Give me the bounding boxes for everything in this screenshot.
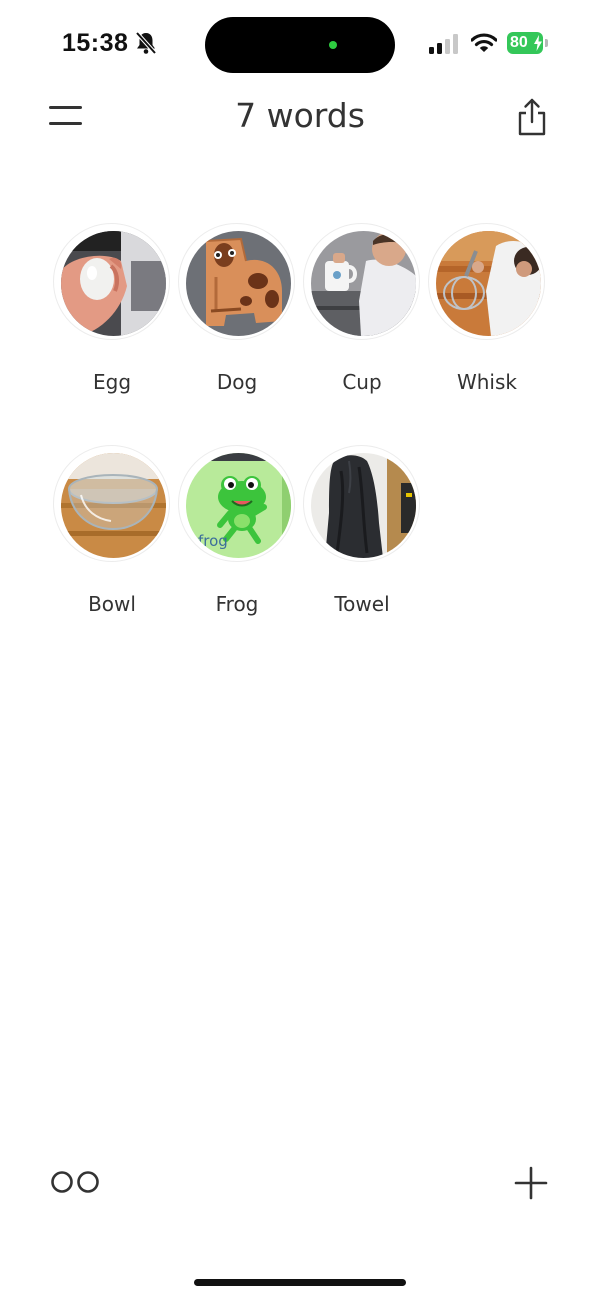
word-avatar-ring: frog [178,445,295,562]
egg-photo [61,231,166,336]
word-avatar-ring [303,223,420,340]
battery-cap [545,39,548,47]
home-indicator [194,1279,406,1286]
word-label: Bowl [88,592,136,616]
word-avatar-ring [303,445,420,562]
whisk-photo [436,231,541,336]
bell-off-icon [135,31,157,55]
share-icon[interactable] [512,96,552,138]
dynamic-island [205,17,395,73]
word-tile-towel[interactable]: Towel [301,445,426,625]
bowl-photo [61,453,166,558]
word-tile-cup[interactable]: Cup [301,223,426,403]
page-title: 7 words [235,96,365,135]
word-label: Frog [215,592,259,616]
word-label: Whisk [456,370,517,394]
word-label: Egg [92,370,132,394]
word-tile-dog[interactable]: Dog [176,223,301,403]
frog-photo: frog [186,453,291,558]
status-time: 15:38 [62,29,129,57]
charging-bolt-icon [534,35,542,51]
word-tile-frog[interactable]: frog Frog [176,445,301,625]
word-label: Dog [216,370,258,394]
word-avatar-ring [53,445,170,562]
signal-icon [429,34,458,54]
word-avatar-ring [53,223,170,340]
plus-icon[interactable] [512,1164,550,1202]
word-tile-egg[interactable]: Egg [51,223,176,403]
dog-photo [186,231,291,336]
word-label: Towel [334,592,390,616]
word-avatar-ring [428,223,545,340]
word-tile-whisk[interactable]: Whisk [426,223,551,403]
status-bar: 15:38 80 [0,0,600,90]
towel-photo [311,453,416,558]
word-tile-bowl[interactable]: Bowl [51,445,176,625]
glasses-icon[interactable] [49,1166,103,1198]
menu-line-bottom [49,122,82,125]
cup-photo [311,231,416,336]
word-label: Cup [342,370,382,394]
battery-icon: 80 [507,32,549,54]
menu-line-top [49,106,82,109]
hamburger-menu-icon[interactable] [44,100,88,134]
wifi-icon [471,33,497,52]
privacy-indicator-dot [329,41,337,49]
word-avatar-ring [178,223,295,340]
frog-photo-text: frog [198,532,228,550]
